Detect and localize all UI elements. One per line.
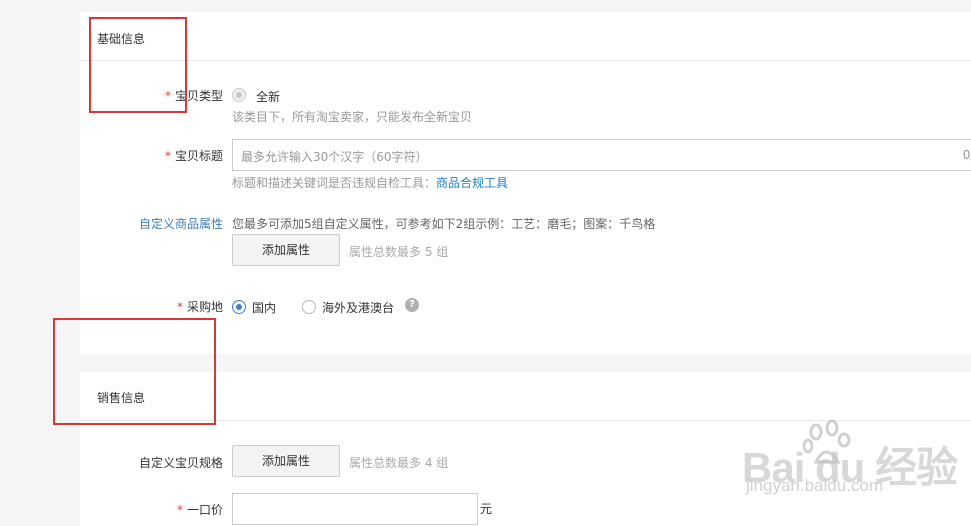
- item-title-hint-text: 标题和描述关键词是否违规自检工具：: [232, 176, 437, 190]
- annotation-box-sales: [53, 318, 216, 425]
- origin-label: * 采购地: [177, 298, 223, 315]
- item-title-label: * 宝贝标题: [165, 147, 223, 164]
- item-type-new-label: 全新: [256, 90, 281, 104]
- custom-attr-label: 自定义商品属性: [138, 217, 223, 231]
- baidu-watermark: Bai du 经验 jingyan.baidu.com: [742, 418, 967, 498]
- spec-limit-note: 属性总数最多 4 组: [349, 456, 449, 470]
- custom-attr-hint: 您最多可添加5组自定义属性，可参考如下2组示例：工艺：磨毛；图案：千鸟格: [232, 217, 656, 231]
- watermark-url: jingyan.baidu.com: [746, 476, 884, 495]
- required-mark: *: [176, 300, 183, 314]
- attr-limit-note: 属性总数最多 5 组: [349, 245, 449, 259]
- item-title-input[interactable]: 最多允许输入30个汉字（60字符） 0/6: [232, 139, 971, 171]
- price-label-text: 一口价: [186, 503, 223, 517]
- add-attribute-button[interactable]: 添加属性: [232, 234, 340, 266]
- origin-overseas-radio[interactable]: [302, 300, 316, 314]
- price-input[interactable]: [232, 493, 478, 525]
- origin-label-text: 采购地: [186, 300, 223, 314]
- compliance-tool-link[interactable]: 商品合规工具: [436, 176, 508, 190]
- required-mark: *: [176, 503, 183, 517]
- origin-domestic-label: 国内: [252, 301, 277, 315]
- price-unit: 元: [480, 502, 493, 516]
- question-icon[interactable]: ?: [405, 298, 419, 312]
- item-title-placeholder: 最多允许输入30个汉字（60字符）: [241, 150, 428, 164]
- section-divider: [80, 60, 971, 61]
- annotation-box-basic: [89, 17, 187, 113]
- origin-domestic-radio[interactable]: [232, 300, 246, 314]
- item-title-label-text: 宝贝标题: [174, 149, 223, 163]
- custom-spec-label: 自定义宝贝规格: [138, 456, 223, 470]
- origin-overseas-label: 海外及港澳台: [322, 301, 395, 315]
- item-title-hint: 标题和描述关键词是否违规自检工具：商品合规工具: [232, 174, 508, 191]
- item-type-new-radio[interactable]: [232, 88, 246, 102]
- basic-info-section: 基础信息 * 宝贝类型 全新 该类目下，所有淘宝卖家，只能发布全新宝贝 * 宝贝标题…: [80, 12, 971, 354]
- add-spec-button[interactable]: 添加属性: [232, 445, 340, 477]
- item-title-counter: 0/6: [962, 148, 971, 162]
- price-label: * 一口价: [177, 501, 223, 518]
- item-type-hint: 该类目下，所有淘宝卖家，只能发布全新宝贝: [232, 110, 473, 124]
- required-mark: *: [164, 149, 171, 163]
- left-gutter: [0, 0, 80, 526]
